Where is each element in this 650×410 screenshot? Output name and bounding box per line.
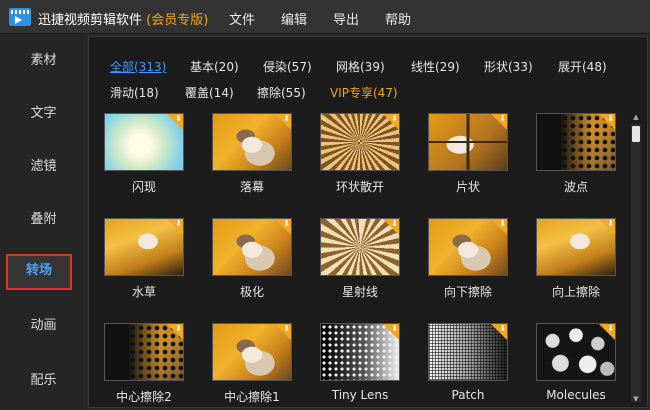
- transition-thumbnail: ⬇: [428, 323, 508, 381]
- sidebar-item-filter[interactable]: 滤镜: [0, 145, 87, 189]
- transition-label: 波点: [563, 180, 588, 194]
- menu-file[interactable]: 文件: [229, 9, 255, 28]
- filter-tab-shape[interactable]: 形状(33): [484, 58, 533, 75]
- transition-label: 中心擦除2: [116, 390, 172, 404]
- transition-label: 水草: [131, 285, 156, 299]
- filter-tab-expand[interactable]: 展开(48): [558, 58, 607, 75]
- filter-tab-wipe[interactable]: 擦除(55): [257, 84, 306, 101]
- transition-item[interactable]: ⬇ 水草: [104, 218, 184, 299]
- menu-export[interactable]: 导出: [333, 9, 359, 28]
- filter-tab-vip[interactable]: VIP专享(47): [330, 84, 398, 101]
- transition-label: Tiny Lens: [331, 388, 389, 402]
- transition-thumbnail: ⬇: [536, 323, 616, 381]
- transition-label: Patch: [451, 388, 485, 402]
- sidebar-item-music[interactable]: 配乐: [0, 359, 87, 403]
- transition-thumbnail: ⬇: [212, 218, 292, 276]
- transition-item[interactable]: ⬇ Molecules: [536, 323, 616, 402]
- app-edition-badge: (会员专版): [146, 13, 209, 28]
- transition-thumbnail: ⬇: [536, 218, 616, 276]
- sidebar-item-material[interactable]: 素材: [0, 39, 87, 83]
- transition-label: 向上擦除: [551, 285, 600, 299]
- filter-tab-infect[interactable]: 侵染(57): [263, 58, 312, 75]
- transition-item[interactable]: ⬇ Tiny Lens: [320, 323, 400, 402]
- transition-thumbnail: ⬇: [320, 323, 400, 381]
- sidebar-item-animation[interactable]: 动画: [0, 304, 87, 348]
- transition-label: 落幕: [239, 180, 264, 194]
- filter-tab-basic[interactable]: 基本(20): [190, 58, 239, 75]
- sidebar-item-overlay[interactable]: 叠附: [0, 198, 87, 242]
- sidebar: 素材 文字 滤镜 叠附 转场 动画 配乐: [0, 34, 87, 410]
- transition-item[interactable]: ⬇ 落幕: [212, 113, 292, 194]
- transition-thumbnail: ⬇: [104, 113, 184, 171]
- transition-thumbnail: ⬇: [536, 113, 616, 171]
- transition-label: 星射线: [341, 285, 378, 299]
- transition-label: 极化: [239, 285, 264, 299]
- transition-item[interactable]: ⬇ 极化: [212, 218, 292, 299]
- transition-thumbnail: ⬇: [320, 218, 400, 276]
- scrollbar-track[interactable]: [631, 124, 641, 402]
- transition-thumbnail: ⬇: [212, 323, 292, 381]
- transition-item[interactable]: ⬇ 中心擦除1: [212, 323, 292, 404]
- transition-item[interactable]: ⬇ 片状: [428, 113, 508, 194]
- transition-label: 向下擦除: [443, 285, 492, 299]
- transition-item[interactable]: ⬇ 向下擦除: [428, 218, 508, 299]
- transition-label: 中心擦除1: [224, 390, 280, 404]
- filter-tab-grid[interactable]: 网格(39): [336, 58, 385, 75]
- filter-tab-cover[interactable]: 覆盖(14): [185, 84, 234, 101]
- app-logo-icon: [9, 8, 31, 26]
- transition-thumbnail: ⬇: [212, 113, 292, 171]
- transition-item[interactable]: ⬇ Patch: [428, 323, 508, 402]
- filter-tab-linear[interactable]: 线性(29): [411, 58, 460, 75]
- transition-item[interactable]: ⬇ 波点: [536, 113, 616, 194]
- menu-help[interactable]: 帮助: [385, 9, 411, 28]
- transition-thumbnail: ⬇: [104, 323, 184, 381]
- transition-label: Molecules: [546, 388, 606, 402]
- app-title-text: 迅捷视频剪辑软件: [38, 13, 143, 28]
- sidebar-item-transition[interactable]: 转场: [6, 254, 72, 290]
- transition-item[interactable]: ⬇ 闪现: [104, 113, 184, 194]
- transition-item[interactable]: ⬇ 星射线: [320, 218, 400, 299]
- transition-thumbnail: ⬇: [320, 113, 400, 171]
- scrollbar-thumb[interactable]: [632, 126, 640, 142]
- transition-item[interactable]: ⬇ 向上擦除: [536, 218, 616, 299]
- transition-item[interactable]: ⬇ 中心擦除2: [104, 323, 184, 404]
- transition-thumbnail: ⬇: [104, 218, 184, 276]
- title-bar: 迅捷视频剪辑软件 (会员专版) 文件 编辑 导出 帮助: [0, 0, 650, 34]
- menu-bar: 文件 编辑 导出 帮助: [229, 9, 411, 28]
- transition-label: 环状散开: [335, 180, 384, 194]
- transition-item[interactable]: ⬇ 环状散开: [320, 113, 400, 194]
- menu-edit[interactable]: 编辑: [281, 9, 307, 28]
- transition-label: 片状: [455, 180, 480, 194]
- app-title: 迅捷视频剪辑软件 (会员专版): [38, 9, 208, 28]
- filter-tab-slide[interactable]: 滑动(18): [110, 84, 159, 101]
- filter-tab-all[interactable]: 全部(313): [110, 58, 166, 75]
- scroll-down-arrow-icon[interactable]: ▼: [632, 395, 640, 403]
- transition-thumbnail: ⬇: [428, 113, 508, 171]
- sidebar-item-text[interactable]: 文字: [0, 92, 87, 136]
- scroll-up-arrow-icon[interactable]: ▲: [632, 113, 640, 121]
- transition-thumbnail: ⬇: [428, 218, 508, 276]
- transition-label: 闪现: [131, 180, 156, 194]
